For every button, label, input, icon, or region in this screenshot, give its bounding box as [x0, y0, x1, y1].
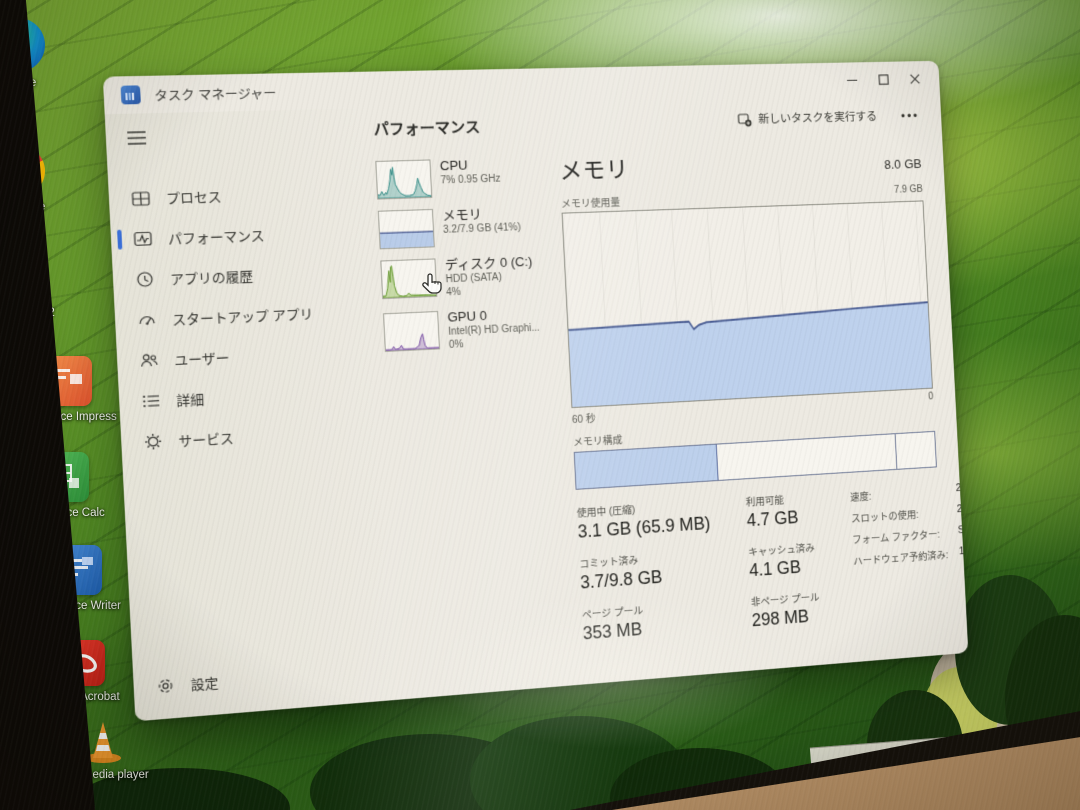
hamburger-menu-icon[interactable] [105, 122, 150, 154]
task-manager-window: タスク マネージャー プロセス [103, 61, 969, 722]
graph-time-label: 60 秒 [572, 410, 596, 426]
perf-card-stat: 3.2/7.9 GB (41%) [443, 221, 521, 237]
startup-apps-icon [137, 311, 156, 329]
sidebar-item-label: サービス [178, 427, 234, 450]
performance-icon [133, 230, 152, 248]
memory-hardware-info: 速度:2133 MHz スロットの使用:2/2 フォーム ファクター:SODIM… [850, 478, 969, 623]
composition-divider [894, 434, 897, 469]
maximize-button[interactable] [867, 64, 900, 94]
stat-cached: キャッシュ済み 4.1 GB [748, 539, 819, 581]
services-icon [144, 432, 163, 451]
sidebar-item-label: 設定 [190, 672, 219, 694]
memory-title: メモリ [558, 150, 629, 186]
sidebar-item-label: パフォーマンス [168, 225, 265, 248]
details-icon [142, 392, 161, 411]
app-history-icon [135, 270, 154, 288]
perf-card-cpu[interactable]: CPU 7% 0.95 GHz [375, 156, 546, 199]
sidebar-item-label: プロセス [166, 186, 222, 207]
selected-indicator [117, 230, 122, 250]
run-new-task-label: 新しいタスクを実行する [758, 108, 877, 126]
perf-card-disk[interactable]: ディスク 0 (C:) HDD (SATA) 4% [380, 254, 552, 302]
graph-scale-min: 0 [928, 391, 934, 406]
perf-card-stat: 7% 0.95 GHz [440, 172, 501, 187]
memory-detail-panel: メモリ 8.0 GB メモリ使用量 7.9 GB [558, 132, 946, 684]
perf-card-stat: 4% [446, 283, 534, 300]
stat-non-paged-pool: 非ページ プール 298 MB [750, 589, 821, 631]
memory-stats-grid: 使用中 (圧縮) 3.1 GB (65.9 MB) 利用可能 4.7 GB コミ… [576, 490, 821, 645]
page-title: パフォーマンス [373, 115, 480, 139]
stat-committed: コミット済み 3.7/9.8 GB [579, 547, 713, 594]
hand-cursor [421, 272, 445, 298]
memory-total: 8.0 GB [884, 156, 922, 172]
graph-scale-max: 7.9 GB [894, 184, 923, 199]
memory-mini-graph [378, 209, 435, 249]
gear-icon [156, 676, 175, 695]
perf-card-memory[interactable]: メモリ 3.2/7.9 GB (41%) [378, 205, 549, 249]
composition-in-use-segment [575, 445, 718, 489]
task-manager-icon [121, 85, 141, 104]
memory-usage-label: メモリ使用量 [561, 194, 621, 211]
perf-card-gpu[interactable]: GPU 0 Intel(R) HD Graphi... 0% [383, 306, 554, 355]
users-icon [139, 351, 158, 370]
more-options-button[interactable]: ••• [901, 108, 920, 123]
gpu-mini-graph [383, 311, 440, 352]
sidebar-item-settings[interactable]: 設定 [133, 648, 398, 709]
photo-of-screen: ↗ ft Edge ↗ e Chrome ↗ reOffice 25.2 ↗ L… [0, 0, 1080, 810]
sidebar-item-label: 詳細 [176, 389, 205, 410]
perf-card-list: CPU 7% 0.95 GHz メモリ 3.2/7.9 GB ( [375, 142, 572, 699]
stat-available: 利用可能 4.7 GB [745, 490, 816, 532]
processes-icon [131, 189, 150, 207]
cpu-mini-graph [375, 159, 432, 199]
stat-in-use: 使用中 (圧縮) 3.1 GB (65.9 MB) [576, 496, 711, 542]
window-title: タスク マネージャー [154, 82, 277, 104]
main-panel: パフォーマンス 新しいタスクを実行する ••• [368, 95, 968, 699]
sidebar-item-label: ユーザー [174, 347, 230, 369]
sidebar: プロセス パフォーマンス アプリの履歴 スタートアップ アプリ [105, 108, 399, 721]
sidebar-item-label: アプリの履歴 [170, 265, 254, 288]
minimize-button[interactable] [835, 65, 868, 95]
sidebar-item-label: スタートアップ アプリ [172, 303, 314, 329]
stat-paged-pool: ページ プール 353 MB [582, 597, 716, 645]
run-new-task-icon [737, 112, 752, 127]
run-new-task-button[interactable]: 新しいタスクを実行する [737, 108, 877, 127]
close-button[interactable] [898, 64, 931, 93]
memory-usage-graph [562, 200, 933, 408]
